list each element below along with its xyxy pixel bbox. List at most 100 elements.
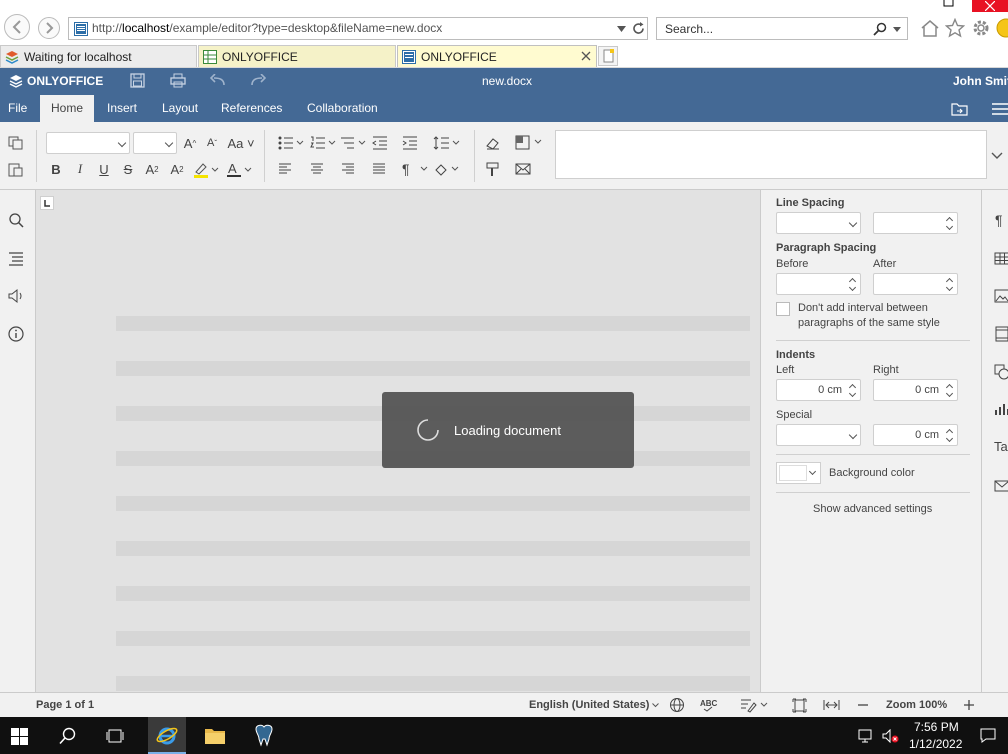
mail-merge-settings-icon[interactable] (994, 480, 1008, 492)
nonprinting-characters-icon[interactable]: ¶ (402, 162, 430, 176)
header-footer-icon[interactable] (995, 326, 1008, 342)
multilevel-list-icon[interactable] (340, 136, 368, 150)
file-explorer-icon[interactable] (204, 726, 226, 745)
search-icon[interactable] (873, 22, 887, 36)
font-name-combo[interactable] (46, 132, 130, 154)
taskbar-ie-button[interactable] (148, 717, 186, 754)
document-language-globe-icon[interactable] (669, 697, 685, 713)
color-scheme-icon[interactable] (515, 135, 543, 150)
show-advanced-settings-link[interactable]: Show advanced settings (813, 503, 932, 515)
language-caret-icon[interactable] (652, 703, 659, 708)
browser-search-box[interactable]: Search... (656, 17, 908, 40)
justify-icon[interactable] (372, 163, 386, 175)
taskbar-search-icon[interactable] (59, 727, 77, 745)
table-settings-icon[interactable] (994, 252, 1008, 265)
font-size-combo[interactable] (133, 132, 177, 154)
zoom-in-icon[interactable] (963, 699, 975, 711)
shape-settings-icon[interactable] (994, 364, 1008, 380)
special-indent-select[interactable] (776, 424, 861, 446)
line-spacing-icon[interactable] (433, 136, 461, 150)
tab-file[interactable]: File (0, 95, 35, 122)
tab-insert[interactable]: Insert (97, 95, 147, 122)
spacing-before-input[interactable] (776, 273, 861, 295)
feedback-speaker-icon[interactable] (6, 286, 26, 306)
browser-tab-onlyoffice-sheet[interactable]: ONLYOFFICE (198, 45, 396, 67)
volume-muted-icon[interactable] (882, 729, 900, 743)
refresh-icon[interactable] (631, 21, 646, 36)
open-file-location-icon[interactable] (951, 102, 968, 116)
close-window-button[interactable] (972, 0, 1008, 12)
redo-icon[interactable] (250, 74, 266, 86)
forward-button[interactable] (38, 17, 60, 39)
align-left-icon[interactable] (278, 163, 292, 175)
align-right-icon[interactable] (341, 163, 355, 175)
background-color-picker[interactable] (776, 462, 821, 484)
increase-indent-icon[interactable] (402, 136, 418, 150)
fit-width-icon[interactable] (823, 699, 840, 711)
tab-home[interactable]: Home (40, 95, 95, 122)
address-dropdown-icon[interactable] (617, 26, 626, 32)
network-icon[interactable] (858, 729, 876, 743)
styles-gallery[interactable] (555, 130, 987, 179)
paragraph-shading-icon[interactable] (433, 162, 461, 177)
change-case-icon[interactable]: Aa ˅ (226, 133, 256, 153)
search-icon[interactable] (6, 210, 26, 230)
zoom-out-icon[interactable] (857, 699, 869, 711)
numbered-list-icon[interactable] (310, 136, 338, 150)
highlight-color-icon[interactable] (193, 161, 219, 179)
address-bar[interactable]: http://localhost/example/editor?type=des… (68, 17, 648, 40)
favorites-star-icon[interactable] (945, 18, 965, 38)
back-button[interactable] (4, 14, 30, 40)
superscript-icon[interactable]: A2 (141, 159, 163, 179)
copy-icon[interactable] (8, 136, 24, 150)
user-name[interactable]: John Smith (953, 74, 1008, 88)
windows-start-icon[interactable] (11, 728, 28, 745)
hamburger-menu-icon[interactable] (992, 103, 1008, 115)
line-spacing-type-select[interactable] (776, 212, 861, 234)
tab-references[interactable]: References (211, 95, 292, 122)
font-color-icon[interactable]: A (226, 161, 252, 179)
bold-icon[interactable]: B (45, 159, 67, 179)
restore-window-icon[interactable] (943, 0, 955, 8)
track-changes-icon[interactable] (740, 697, 768, 713)
tab-layout[interactable]: Layout (152, 95, 208, 122)
indent-left-input[interactable]: 0 cm (776, 379, 861, 401)
undo-icon[interactable] (210, 74, 226, 86)
increase-font-icon[interactable]: A ^ (179, 133, 201, 153)
special-indent-input[interactable]: 0 cm (873, 424, 958, 446)
browser-tab-waiting[interactable]: Waiting for localhost (0, 45, 197, 67)
print-icon[interactable] (170, 73, 186, 88)
decrease-font-icon[interactable]: Aˇ (201, 133, 223, 153)
clock-time[interactable]: 7:56 PM (914, 720, 959, 734)
paste-icon[interactable] (8, 162, 24, 177)
clear-style-icon[interactable] (485, 136, 501, 150)
spacing-after-input[interactable] (873, 273, 958, 295)
paragraph-settings-icon[interactable]: ¶ (995, 212, 1003, 228)
language-selector[interactable]: English (United States) (529, 699, 649, 711)
dont-add-interval-checkbox[interactable] (776, 302, 790, 316)
clock-date[interactable]: 1/12/2022 (909, 737, 962, 751)
subscript-icon[interactable]: A2 (166, 159, 188, 179)
home-icon[interactable] (920, 19, 940, 37)
document-canvas[interactable]: Loading document (36, 190, 760, 692)
settings-gear-icon[interactable] (971, 18, 991, 38)
navigation-icon[interactable] (6, 248, 26, 268)
chart-settings-icon[interactable] (994, 402, 1008, 416)
spell-check-icon[interactable]: ABC (700, 698, 718, 712)
task-view-icon[interactable] (106, 727, 125, 745)
fit-page-icon[interactable] (792, 698, 807, 713)
close-tab-icon[interactable] (581, 51, 591, 61)
indent-right-input[interactable]: 0 cm (873, 379, 958, 401)
smiley-feedback-icon[interactable] (996, 18, 1008, 38)
line-spacing-value-input[interactable] (873, 212, 958, 234)
browser-tab-onlyoffice-doc[interactable]: ONLYOFFICE (397, 45, 597, 67)
notifications-icon[interactable] (980, 728, 996, 743)
styles-expand-icon[interactable] (991, 152, 1003, 160)
new-tab-button[interactable] (598, 46, 618, 66)
text-art-icon[interactable]: Ta (994, 439, 1008, 454)
info-icon[interactable] (6, 324, 26, 344)
copy-style-icon[interactable] (485, 162, 501, 177)
italic-icon[interactable]: I (69, 159, 91, 179)
save-icon[interactable] (130, 73, 145, 88)
search-dropdown-icon[interactable] (893, 27, 901, 32)
